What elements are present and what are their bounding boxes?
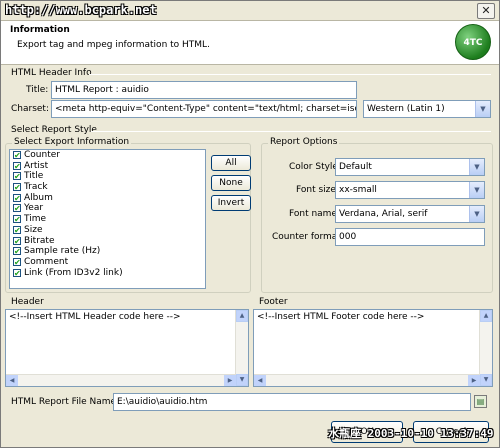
header-vertical-scrollbar[interactable]: ▲ ▼ (235, 310, 248, 386)
footer-memo-text: <!--Insert HTML Footer code here --> (257, 312, 425, 322)
scroll-up-icon[interactable]: ▲ (236, 310, 248, 322)
info-description: Export tag and mpeg information to HTML. (17, 40, 210, 50)
chevron-down-icon[interactable]: ▼ (469, 206, 484, 222)
checkbox[interactable]: ✔ (13, 247, 21, 256)
checkbox[interactable]: ✔ (13, 225, 21, 234)
header-memo[interactable]: <!--Insert HTML Header code here --> ▲ ▼… (5, 309, 249, 387)
checkbox[interactable]: ✔ (13, 172, 21, 181)
chevron-down-icon[interactable]: ▼ (469, 159, 484, 175)
watermark-bottom: 水瓶座 2003-10-10 13:37:49 (328, 427, 494, 440)
font-name-select[interactable]: Verdana, Arial, serif ▼ (335, 205, 485, 223)
export-option-item[interactable]: ✔ Size (10, 225, 205, 236)
export-html-dialog: http://www.bcpark.net ✕ Information Expo… (0, 0, 500, 448)
color-style-select[interactable]: Default ▼ (335, 158, 485, 176)
checkbox[interactable]: ✔ (13, 161, 21, 170)
font-size-label: Font size: (296, 185, 339, 195)
chevron-down-icon[interactable]: ▼ (469, 182, 484, 198)
scroll-down-icon[interactable]: ▼ (236, 374, 248, 386)
export-option-item[interactable]: ✔ Time (10, 214, 205, 225)
scroll-down-icon[interactable]: ▼ (480, 374, 492, 386)
checkbox[interactable]: ✔ (13, 204, 21, 213)
footer-label: Footer (259, 297, 288, 307)
checkbox[interactable]: ✔ (13, 236, 21, 245)
file-name-label: HTML Report File Name: (11, 397, 120, 407)
export-option-item[interactable]: ✔ Track (10, 182, 205, 193)
export-option-item[interactable]: ✔ Bitrate (10, 236, 205, 247)
export-option-label: Title (24, 171, 44, 182)
scroll-up-icon[interactable]: ▲ (480, 310, 492, 322)
invert-button[interactable]: Invert (211, 195, 251, 211)
report-options-group-title: Report Options (268, 137, 340, 147)
export-option-label: Link (From ID3v2 link) (24, 267, 123, 278)
export-option-item[interactable]: ✔ Link (From ID3v2 link) (10, 268, 205, 279)
export-option-item[interactable]: ✔ Sample rate (Hz) (10, 246, 205, 257)
close-icon[interactable]: ✕ (477, 3, 495, 19)
title-label: Title: (26, 85, 49, 95)
none-button[interactable]: None (211, 175, 251, 191)
browse-folder-icon[interactable]: ▤ (474, 395, 487, 408)
export-info-group-title: Select Export Information (12, 137, 132, 147)
encoding-select[interactable]: Western (Latin 1) ▼ (363, 100, 491, 118)
export-option-item[interactable]: ✔ Year (10, 203, 205, 214)
watermark-top: http://www.bcpark.net (5, 3, 157, 17)
all-button[interactable]: All (211, 155, 251, 171)
checkbox[interactable]: ✔ (13, 183, 21, 192)
header-memo-text: <!--Insert HTML Header code here --> (9, 312, 181, 322)
scroll-right-icon[interactable]: ▶ (468, 375, 480, 386)
info-panel: Information Export tag and mpeg informat… (1, 21, 499, 65)
export-option-item[interactable]: ✔ Counter (10, 150, 205, 161)
chevron-down-icon[interactable]: ▼ (475, 101, 490, 117)
export-option-item[interactable]: ✔ Artist (10, 161, 205, 172)
export-option-label: Time (24, 214, 47, 225)
export-option-label: Size (24, 224, 43, 235)
scroll-left-icon[interactable]: ◀ (254, 375, 266, 386)
report-style-separator (91, 131, 491, 132)
file-name-input[interactable]: E:\auidio\auidio.htm (113, 393, 471, 411)
font-size-value: xx-small (339, 185, 377, 195)
export-option-label: Album (24, 192, 53, 203)
title-bar: http://www.bcpark.net ✕ (1, 1, 499, 21)
color-style-label: Color Style: (289, 162, 341, 172)
charset-label: Charset: (11, 104, 49, 114)
charset-input[interactable]: <meta http-equiv="Content-Type" content=… (51, 100, 357, 118)
checkbox[interactable]: ✔ (13, 151, 21, 160)
export-option-label: Artist (24, 160, 49, 171)
checkbox[interactable]: ✔ (13, 193, 21, 202)
footer-vertical-scrollbar[interactable]: ▲ ▼ (479, 310, 492, 386)
export-option-label: Track (24, 182, 48, 193)
footer-horizontal-scrollbar[interactable]: ◀ ▶ (254, 374, 480, 386)
scroll-right-icon[interactable]: ▶ (224, 375, 236, 386)
title-input[interactable]: HTML Report : auidio (51, 81, 357, 99)
checkbox[interactable]: ✔ (13, 215, 21, 224)
header-label: Header (11, 297, 44, 307)
info-title: Information (10, 25, 70, 35)
footer-memo[interactable]: <!--Insert HTML Footer code here --> ▲ ▼… (253, 309, 493, 387)
app-logo-icon: 4TC (455, 24, 491, 60)
export-info-checklist[interactable]: ✔ Counter ✔ Artist ✔ Title ✔ Track ✔ Album ✔ Year ✔ T… (9, 149, 206, 289)
export-option-label: Bitrate (24, 235, 55, 246)
export-option-label: Counter (24, 150, 60, 160)
report-style-label: Select Report Style (11, 125, 97, 135)
export-option-item[interactable]: ✔ Comment (10, 257, 205, 268)
header-info-separator (89, 74, 491, 75)
scroll-left-icon[interactable]: ◀ (6, 375, 18, 386)
html-header-info-label: HTML Header Info (11, 68, 92, 78)
counter-format-input[interactable]: 000 (335, 228, 485, 246)
counter-format-label: Counter format: (272, 232, 344, 242)
color-style-value: Default (339, 162, 372, 172)
encoding-value: Western (Latin 1) (367, 104, 445, 114)
checkbox[interactable]: ✔ (13, 268, 21, 277)
font-size-select[interactable]: xx-small ▼ (335, 181, 485, 199)
checkbox[interactable]: ✔ (13, 257, 21, 266)
export-option-label: Comment (24, 256, 69, 267)
export-option-label: Year (24, 203, 44, 214)
export-option-item[interactable]: ✔ Title (10, 171, 205, 182)
font-name-value: Verdana, Arial, serif (339, 209, 428, 219)
font-name-label: Font name: (289, 209, 341, 219)
export-option-label: Sample rate (Hz) (24, 246, 101, 257)
export-option-item[interactable]: ✔ Album (10, 193, 205, 204)
header-horizontal-scrollbar[interactable]: ◀ ▶ (6, 374, 236, 386)
